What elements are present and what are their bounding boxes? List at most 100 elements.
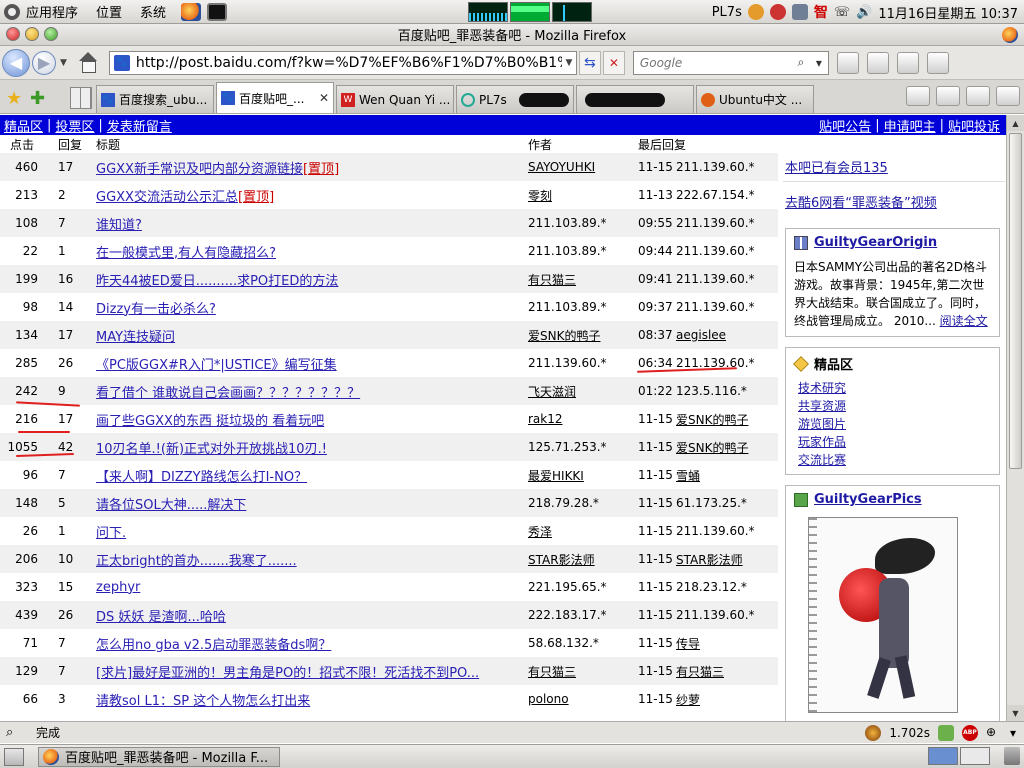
find-icon[interactable]: ⌕ — [6, 725, 24, 740]
author[interactable]: SAYOYUHKI — [528, 160, 638, 174]
tab-overview-icon[interactable] — [70, 87, 92, 109]
thread-title-link[interactable]: [求片]最好是亚洲的！男主角是PO的！招式不限！死活找不到PO... — [96, 662, 528, 681]
search-input[interactable] — [633, 55, 792, 70]
thread-title-link[interactable]: 问下. — [96, 522, 528, 541]
thread-title-link[interactable]: 请教sol L1：SP 这个人物怎么打出来 — [96, 690, 528, 709]
link-new-post[interactable]: 发表新留言 — [103, 116, 176, 135]
home-toolbar-icon[interactable] — [906, 86, 930, 106]
author[interactable]: polono — [528, 692, 638, 706]
update-icon[interactable] — [747, 4, 764, 20]
author[interactable]: 秀泽 — [528, 523, 638, 540]
history-icon[interactable] — [866, 51, 889, 74]
applications-menu[interactable]: 应用程序 — [0, 2, 90, 21]
last-reply-user[interactable]: 传导 — [676, 635, 778, 652]
settings-gear-icon[interactable] — [996, 86, 1020, 106]
last-reply-user[interactable]: 有只猫三 — [676, 663, 778, 680]
downloads-icon[interactable] — [896, 51, 919, 74]
thread-title-link[interactable]: 昨天44被ED爱日..........求PO打ED的方法 — [96, 270, 528, 289]
forward-button[interactable]: ▶ — [32, 50, 56, 75]
tab-redacted[interactable] — [576, 85, 694, 113]
scroll-thumb[interactable] — [1009, 133, 1022, 469]
thread-title-link[interactable]: 画了些GGXX的东西 挺垃圾的 看着玩吧 — [96, 410, 528, 429]
url-text[interactable]: http://post.baidu.com/f?kw=%D7%EF%B6%F1%… — [136, 55, 562, 71]
link-jingpin[interactable]: 精品区 — [0, 116, 47, 135]
last-reply-user[interactable]: 爱SNK的鸭子 — [676, 439, 778, 456]
last-reply-user[interactable]: aegislee — [676, 328, 778, 342]
addon-icon[interactable] — [926, 51, 949, 74]
reload-button[interactable]: ⇆ — [578, 50, 601, 75]
jingpin-item[interactable]: 技术研究 — [798, 379, 999, 397]
link-announcement[interactable]: 贴吧公告 — [815, 116, 875, 135]
origin-title[interactable]: GuiltyGearOrigin — [814, 235, 937, 250]
close-window-button[interactable] — [6, 27, 20, 41]
zoom-icon[interactable]: ⊕ — [986, 725, 1002, 741]
last-reply-user[interactable]: STAR影法师 — [676, 551, 778, 568]
user-name[interactable]: PL7s — [712, 5, 742, 20]
minimize-window-button[interactable] — [25, 27, 39, 41]
tab-ubuntu[interactable]: Ubuntu中文 ... — [696, 85, 814, 113]
thread-title-link[interactable]: GGXX交流活动公示汇总[置顶] — [96, 186, 528, 205]
input-method-icon[interactable]: 智 — [814, 2, 828, 22]
last-reply-user[interactable]: 纱萝 — [676, 691, 778, 708]
read-more-link[interactable]: 阅读全文 — [940, 314, 988, 328]
trash-icon[interactable] — [1004, 747, 1020, 765]
last-reply-user[interactable]: 雪蛹 — [676, 467, 778, 484]
taskbar-firefox-window[interactable]: 百度贴吧_罪恶装备吧 - Mozilla F... — [38, 746, 280, 767]
jingpin-item[interactable]: 玩家作品 — [798, 433, 999, 451]
thread-title-link[interactable]: 【来人啊】DIZZY路线怎么打I-NO？ — [96, 466, 528, 485]
tab-pl7s[interactable]: PL7s — [456, 85, 574, 113]
tab-baidu-search[interactable]: 🐾 百度搜索_ubu... — [96, 85, 214, 113]
last-reply-user[interactable]: 爱SNK的鸭子 — [676, 411, 778, 428]
scroll-up-icon[interactable]: ▲ — [1007, 115, 1024, 131]
volume-icon[interactable]: 🔊 — [856, 5, 872, 20]
scroll-down-icon[interactable]: ▼ — [1007, 705, 1024, 721]
add-bookmark-icon[interactable]: ✚ — [30, 83, 52, 113]
clock[interactable]: 11月16日星期五 10:37 — [878, 3, 1018, 22]
jingpin-item[interactable]: 游览图片 — [798, 415, 999, 433]
thread-title-link[interactable]: 《PC版GGX#R入门*|USTICE》编写征集 — [96, 354, 528, 373]
thread-title-link[interactable]: GGXX新手常识及吧内部分资源链接[置顶] — [96, 158, 528, 177]
history-dropdown-icon[interactable]: ▼ — [60, 58, 67, 68]
window-titlebar[interactable]: 百度贴吧_罪恶装备吧 - Mozilla Firefox — [0, 24, 1024, 46]
thread-title-link[interactable]: 正太bright的首办.......我寒了....... — [96, 550, 528, 569]
thread-title-link[interactable]: 怎么用no gba v2.5启动罪恶装备ds啊？ — [96, 634, 528, 653]
link-apply-admin[interactable]: 申请吧主 — [880, 116, 940, 135]
places-menu[interactable]: 位置 — [90, 2, 134, 21]
author[interactable]: 最爱HIKKI — [528, 467, 638, 484]
link-complaint[interactable]: 贴吧投诉 — [944, 116, 1004, 135]
tab-baidu-tieba[interactable]: 🐾 百度贴吧_... ✕ — [216, 82, 334, 113]
page-scrollbar[interactable]: ▲ ▼ — [1006, 115, 1024, 721]
thread-title-link[interactable]: 谁知道? — [96, 214, 528, 233]
show-desktop-button[interactable] — [4, 747, 24, 766]
system-menu[interactable]: 系统 — [134, 2, 178, 21]
thread-title-link[interactable]: 10刃名单.!(新)正式对外开放挑战10刃.! — [96, 438, 528, 457]
tab-wen-quan-yi[interactable]: W Wen Quan Yi ... — [336, 85, 454, 113]
stop-button[interactable]: ✕ — [602, 50, 625, 75]
pics-title[interactable]: GuiltyGearPics — [814, 492, 922, 507]
author[interactable]: 有只猫三 — [528, 663, 638, 680]
thread-title-link[interactable]: zephyr — [96, 580, 528, 595]
home-icon[interactable] — [77, 51, 99, 74]
workspace-2[interactable] — [960, 747, 990, 765]
adblock-icon[interactable]: ABP — [961, 724, 978, 741]
monkey-icon[interactable] — [865, 724, 882, 741]
thread-title-link[interactable]: 在一般模式里,有人有隐藏招么? — [96, 242, 528, 261]
close-tab-icon[interactable]: ✕ — [319, 91, 329, 105]
author[interactable]: 有只猫三 — [528, 271, 638, 288]
jingpin-item[interactable]: 交流比赛 — [798, 451, 999, 469]
thread-title-link[interactable]: DS 妖妖 是渣啊...哈哈 — [96, 606, 528, 625]
search-icon[interactable]: ⌕ — [792, 55, 810, 70]
url-bar[interactable]: 🐾 http://post.baidu.com/f?kw=%D7%EF%B6%F… — [108, 50, 577, 75]
jingpin-item[interactable]: 共享资源 — [798, 397, 999, 415]
thread-title-link[interactable]: Dizzy有一击必杀么? — [96, 298, 528, 317]
author[interactable]: STAR影法师 — [528, 551, 638, 568]
system-monitor[interactable] — [468, 2, 592, 22]
bookmarks-icon[interactable] — [836, 51, 859, 74]
workspace-1[interactable] — [928, 747, 958, 765]
firefox-launcher-icon[interactable] — [181, 2, 202, 21]
author[interactable]: rak12 — [528, 412, 638, 426]
maximize-window-button[interactable] — [44, 27, 58, 41]
link-vote[interactable]: 投票区 — [51, 116, 98, 135]
character-image[interactable] — [808, 517, 958, 713]
workspace-switcher[interactable] — [928, 747, 990, 765]
